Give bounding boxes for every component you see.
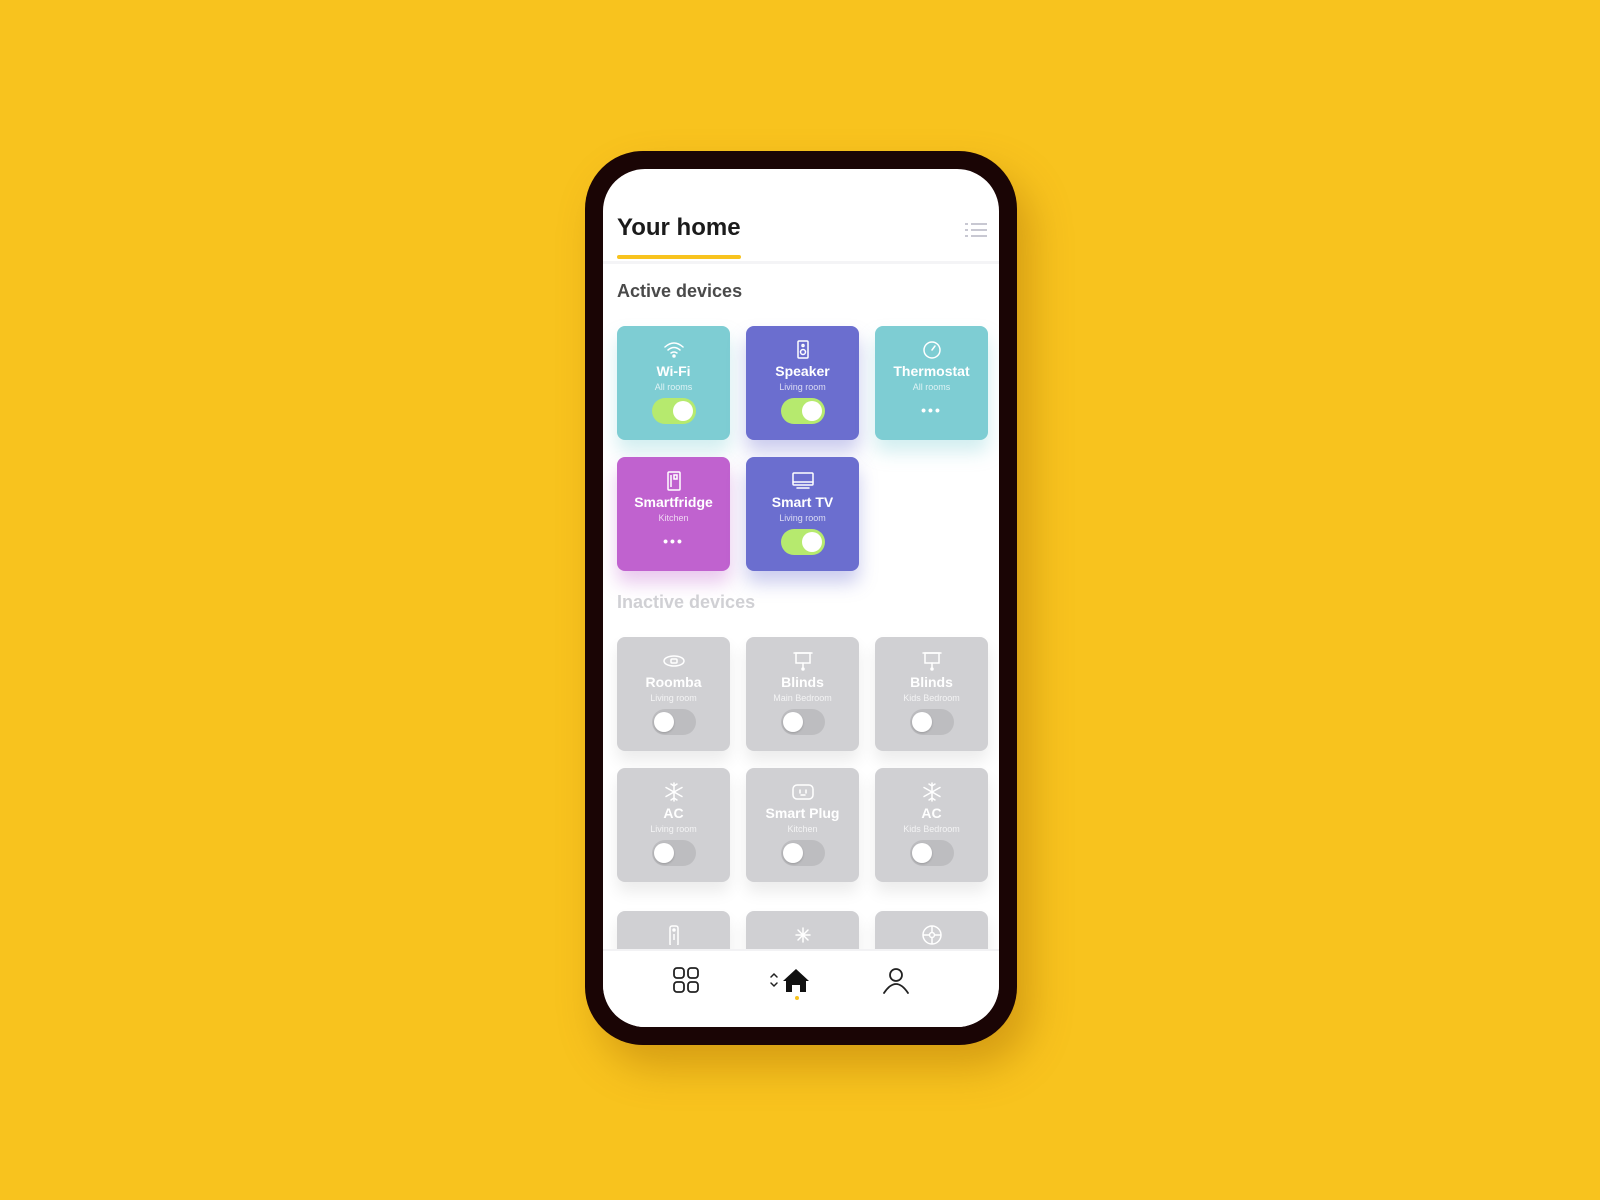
device-name: AC <box>921 805 942 821</box>
device-card-wifi[interactable]: Wi-Fi All rooms <box>617 326 730 440</box>
power-toggle[interactable] <box>651 709 696 735</box>
device-card-remote[interactable] <box>617 911 730 951</box>
device-card-wheel[interactable] <box>875 911 988 951</box>
device-room: All rooms <box>654 382 693 392</box>
power-toggle[interactable] <box>780 529 825 555</box>
phone-frame: Your home Active devices Wi-Fi All rooms <box>585 151 1017 1045</box>
device-room: Living room <box>779 513 826 523</box>
active-indicator <box>795 996 799 1000</box>
device-card-smart-tv[interactable]: Smart TV Living room <box>746 457 859 571</box>
device-name: Blinds <box>781 674 824 690</box>
device-room: Living room <box>650 693 697 703</box>
page-title: Your home <box>617 214 741 241</box>
device-name: Wi-Fi <box>656 363 691 379</box>
device-name: Smartfridge <box>634 494 713 510</box>
device-card-smartfridge[interactable]: Smartfridge Kitchen ••• <box>617 457 730 571</box>
device-card-fan[interactable] <box>746 911 859 951</box>
device-name: Thermostat <box>893 363 970 379</box>
device-room: Living room <box>650 824 697 834</box>
remote-icon <box>663 925 685 945</box>
grid-icon <box>673 967 699 993</box>
bottom-navigation <box>603 949 999 1027</box>
snowflake-icon <box>921 782 943 802</box>
device-room: Main Bedroom <box>773 693 832 703</box>
tv-icon <box>791 471 814 491</box>
more-options-button[interactable]: ••• <box>875 402 988 418</box>
device-room: Kids Bedroom <box>903 824 960 834</box>
device-room: Kitchen <box>658 513 689 523</box>
power-toggle[interactable] <box>780 398 825 424</box>
device-name: Smart TV <box>771 494 834 510</box>
app-screen: Your home Active devices Wi-Fi All rooms <box>603 169 999 1027</box>
header: Your home <box>603 169 999 264</box>
power-toggle[interactable] <box>780 840 825 866</box>
nav-profile[interactable] <box>881 965 911 995</box>
nav-home[interactable] <box>769 965 813 995</box>
user-icon <box>883 968 909 994</box>
device-card-blinds-kids-bedroom[interactable]: Blinds Kids Bedroom <box>875 637 988 751</box>
device-card-roomba[interactable]: Roomba Living room <box>617 637 730 751</box>
swap-arrows-icon <box>770 972 778 988</box>
title-underline <box>617 255 741 259</box>
power-toggle[interactable] <box>909 840 954 866</box>
device-name: AC <box>663 805 684 821</box>
power-toggle[interactable] <box>651 840 696 866</box>
inactive-devices-grid: Roomba Living room Blinds Main Bedroom B… <box>617 637 988 882</box>
blinds-icon <box>921 651 943 671</box>
partial-devices-row <box>617 911 988 951</box>
more-options-button[interactable]: ••• <box>617 533 730 549</box>
device-room: Living room <box>779 382 826 392</box>
fridge-icon <box>663 471 685 491</box>
active-devices-grid: Wi-Fi All rooms Speaker Living room Ther… <box>617 326 988 571</box>
power-toggle[interactable] <box>651 398 696 424</box>
inactive-devices-heading: Inactive devices <box>617 592 756 612</box>
device-name: Blinds <box>910 674 953 690</box>
list-icon[interactable] <box>965 221 987 239</box>
device-card-blinds-main-bedroom[interactable]: Blinds Main Bedroom <box>746 637 859 751</box>
power-toggle[interactable] <box>909 709 954 735</box>
blinds-icon <box>792 651 814 671</box>
device-room: All rooms <box>912 382 951 392</box>
speaker-icon <box>792 340 814 360</box>
device-room: Kids Bedroom <box>903 693 960 703</box>
wheel-icon <box>921 925 943 945</box>
device-name: Smart Plug <box>765 805 840 821</box>
device-card-smart-plug[interactable]: Smart Plug Kitchen <box>746 768 859 882</box>
wifi-icon <box>663 340 685 360</box>
device-name: Roomba <box>645 674 702 690</box>
device-card-thermostat[interactable]: Thermostat All rooms ••• <box>875 326 988 440</box>
device-name: Speaker <box>775 363 830 379</box>
fan-icon <box>792 925 814 945</box>
thermostat-icon <box>921 340 943 360</box>
plug-icon <box>791 782 814 802</box>
device-card-ac-living-room[interactable]: AC Living room <box>617 768 730 882</box>
snowflake-icon <box>663 782 685 802</box>
nav-dashboard[interactable] <box>671 965 701 995</box>
device-room: Kitchen <box>787 824 818 834</box>
active-devices-heading: Active devices <box>617 281 743 301</box>
roomba-icon <box>662 651 685 671</box>
power-toggle[interactable] <box>780 709 825 735</box>
home-icon <box>783 969 809 992</box>
device-card-ac-kids-bedroom[interactable]: AC Kids Bedroom <box>875 768 988 882</box>
device-card-speaker[interactable]: Speaker Living room <box>746 326 859 440</box>
